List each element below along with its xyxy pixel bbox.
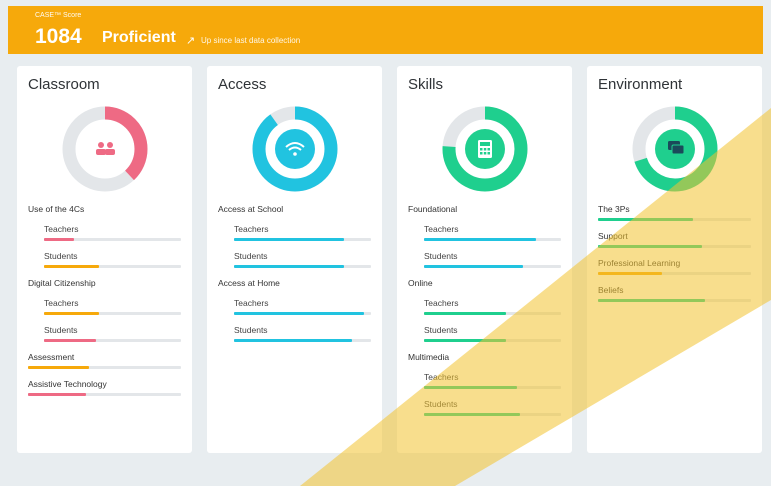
progress-fill (234, 339, 352, 342)
category-label: The 3Ps (598, 204, 630, 214)
people-icon (96, 142, 115, 155)
category-label: Digital Citizenship (28, 278, 96, 288)
progress-fill (424, 238, 537, 241)
card-title: Classroom (28, 76, 100, 93)
progress-fill (424, 413, 520, 416)
card-environment[interactable]: Environment The 3Ps Support Professional Le… (587, 66, 762, 453)
progress-bar (234, 265, 371, 268)
metric-label: Students (44, 251, 78, 261)
category-label: Support (598, 231, 628, 241)
progress-bar (598, 272, 751, 275)
progress-bar (424, 386, 561, 389)
card-classroom[interactable]: Classroom Use of the 4Cs Teachers Students D… (17, 66, 192, 453)
progress-bar (44, 238, 181, 241)
score-label: CASE™ Score (35, 12, 82, 19)
metric-label: Students (424, 399, 458, 409)
progress-fill (28, 393, 87, 396)
progress-bar (234, 312, 371, 315)
calculator-icon (465, 129, 505, 169)
progress-bar (234, 339, 371, 342)
category-label: Access at School (218, 204, 284, 214)
progress-fill (44, 339, 97, 342)
progress-fill (234, 312, 365, 315)
progress-bar (424, 312, 561, 315)
chat-bubbles-icon (655, 129, 695, 169)
metric-label: Teachers (424, 372, 459, 382)
category-label: Online (408, 278, 433, 288)
score-donut-chart (252, 106, 338, 192)
metric-label: Students (44, 325, 78, 335)
card-access[interactable]: Access Access at School Teachers Students Ac… (207, 66, 382, 453)
progress-bar (598, 218, 751, 221)
progress-bar (598, 245, 751, 248)
metric-label: Students (424, 251, 458, 261)
progress-fill (234, 238, 344, 241)
progress-fill (234, 265, 344, 268)
progress-bar (44, 312, 181, 315)
metric-label: Teachers (424, 298, 459, 308)
score-donut-chart (62, 106, 148, 192)
card-title: Environment (598, 76, 683, 93)
metric-label: Teachers (44, 298, 79, 308)
card-title: Access (218, 76, 267, 93)
metric-label: Teachers (424, 224, 459, 234)
arrow-up-right-icon: ↗ (186, 35, 196, 47)
progress-fill (424, 265, 523, 268)
metric-label: Students (234, 325, 268, 335)
category-label: Use of the 4Cs (28, 204, 85, 214)
score-level: Proficient (102, 29, 176, 46)
category-label: Assistive Technology (28, 379, 107, 389)
case-score-banner: CASE™ Score 1084 Proficient ↗ Up since l… (8, 6, 763, 54)
progress-bar (424, 265, 561, 268)
category-label: Beliefs (598, 285, 624, 295)
progress-bar (44, 265, 181, 268)
category-label: Multimedia (408, 352, 450, 362)
progress-fill (598, 218, 693, 221)
metric-label: Students (234, 251, 268, 261)
progress-fill (598, 245, 703, 248)
progress-fill (424, 312, 507, 315)
card-skills[interactable]: Skills Foundational Teachers Students Online… (397, 66, 572, 453)
metric-label: Teachers (234, 298, 269, 308)
progress-bar (424, 339, 561, 342)
progress-bar (424, 238, 561, 241)
trend-text: Up since last data collection (201, 36, 301, 45)
progress-fill (424, 386, 518, 389)
score-donut-chart (442, 106, 528, 192)
progress-bar (424, 413, 561, 416)
metric-label: Teachers (234, 224, 269, 234)
category-label: Foundational (408, 204, 458, 214)
metric-label: Students (424, 325, 458, 335)
progress-fill (598, 299, 706, 302)
metric-label: Teachers (44, 224, 79, 234)
progress-fill (44, 238, 75, 241)
progress-bar (28, 366, 181, 369)
progress-fill (424, 339, 507, 342)
score-donut-chart (632, 106, 718, 192)
progress-fill (598, 272, 663, 275)
progress-bar (44, 339, 181, 342)
progress-fill (28, 366, 90, 369)
score-value: 1084 (35, 25, 82, 48)
category-label: Access at Home (218, 278, 280, 288)
wifi-icon (275, 129, 315, 169)
progress-fill (44, 265, 99, 268)
progress-fill (44, 312, 99, 315)
card-title: Skills (408, 76, 444, 93)
progress-bar (234, 238, 371, 241)
category-label: Professional Learning (598, 258, 681, 268)
category-label: Assessment (28, 352, 75, 362)
progress-bar (598, 299, 751, 302)
progress-bar (28, 393, 181, 396)
